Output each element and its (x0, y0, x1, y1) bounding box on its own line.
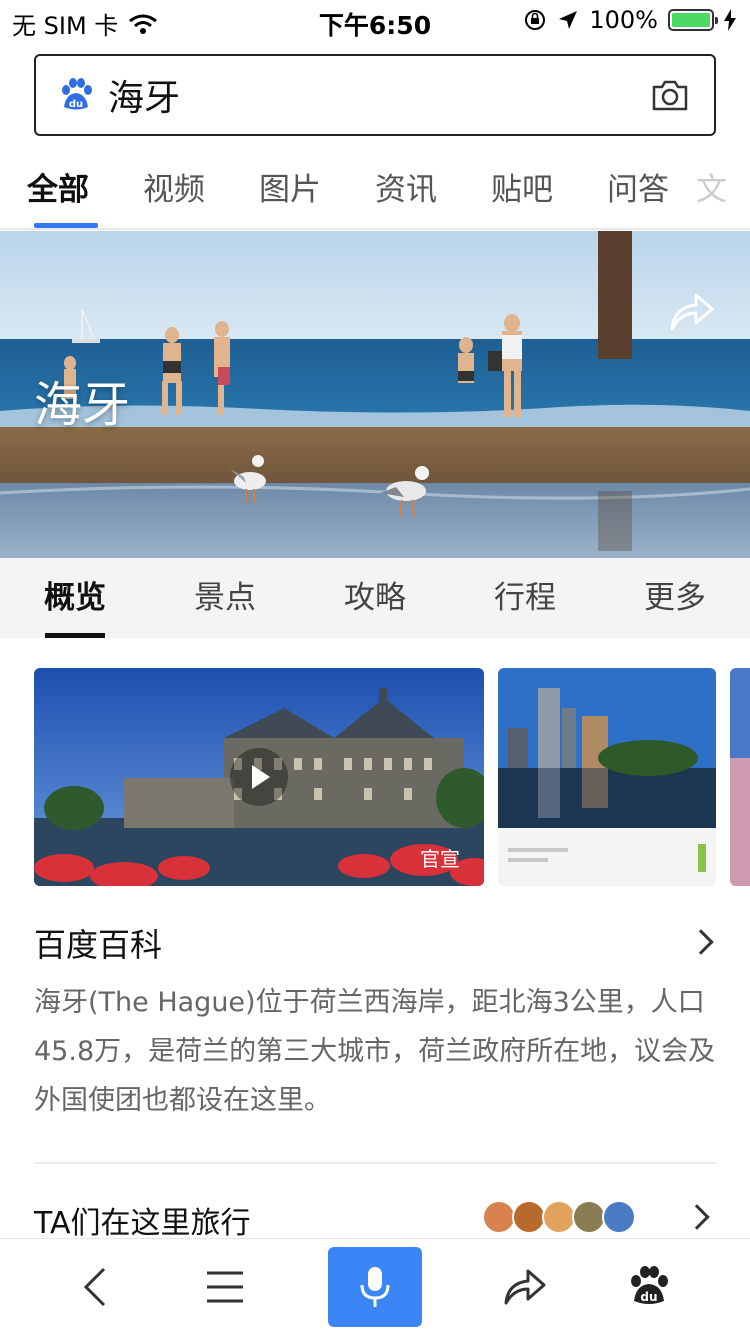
search-box[interactable]: du 海牙 (34, 54, 716, 136)
baidu-paw-icon: du (631, 1266, 668, 1304)
battery-fill (672, 13, 710, 27)
microphone-icon (360, 1267, 390, 1307)
menu-icon (207, 1271, 243, 1303)
hero-title: 海牙 (34, 377, 131, 433)
location-arrow-icon (559, 11, 578, 29)
gallery-image-skyline[interactable] (498, 668, 716, 886)
avatar (542, 1200, 576, 1234)
hero-banner[interactable]: 海牙 (0, 231, 750, 558)
subtab-guides[interactable]: 攻略 (300, 558, 450, 638)
tab-video[interactable]: 视频 (116, 150, 232, 228)
subtab-attractions[interactable]: 景点 (150, 558, 300, 638)
official-badge: 官宣 (420, 847, 460, 871)
tab-all[interactable]: 全部 (0, 150, 116, 228)
search-logo-text: du (69, 99, 83, 110)
bottom-logo-text: du (640, 1290, 657, 1304)
partial-image (730, 668, 750, 886)
baidu-home-button[interactable]: du (614, 1239, 684, 1334)
battery-percent: 100% (589, 6, 658, 34)
sub-tabs: 概览 景点 攻略 行程 更多 (0, 558, 750, 638)
gallery-image-partial[interactable] (730, 668, 750, 886)
tab-qa[interactable]: 问答 (580, 150, 696, 228)
share-arrow-icon (504, 1269, 546, 1305)
divider (34, 1162, 716, 1164)
play-icon[interactable] (230, 748, 288, 806)
tab-news[interactable]: 资讯 (348, 150, 464, 228)
avatar (482, 1200, 516, 1234)
subtab-more[interactable]: 更多 (600, 558, 750, 638)
subtab-itinerary[interactable]: 行程 (450, 558, 600, 638)
tab-images[interactable]: 图片 (232, 150, 348, 228)
baike-section-title[interactable]: 百度百科 (34, 920, 162, 966)
orientation-lock-icon (525, 10, 546, 30)
tab-tieba[interactable]: 贴吧 (464, 150, 580, 228)
back-button[interactable] (60, 1239, 130, 1334)
avatar (572, 1200, 606, 1234)
back-arrow-icon (83, 1267, 106, 1307)
media-gallery: 官宣 (34, 668, 750, 886)
charging-bolt-icon (724, 9, 736, 31)
menu-button[interactable] (190, 1239, 260, 1334)
camera-icon[interactable] (648, 73, 692, 117)
status-bar: 无 SIM 卡 下午6:50 100% (0, 0, 750, 42)
search-input[interactable]: 海牙 (108, 69, 648, 121)
traveler-avatars[interactable] (482, 1200, 636, 1234)
baidu-paw-logo-icon: du (62, 78, 92, 110)
chevron-right-icon[interactable] (688, 929, 714, 955)
baike-description: 海牙(The Hague)位于荷兰西海岸，距北海3公里，人口45.8万，是荷兰的… (34, 987, 716, 1116)
share-icon[interactable] (668, 289, 716, 333)
travelers-section-title[interactable]: TA们在这里旅行 (34, 1198, 251, 1242)
subtab-overview[interactable]: 概览 (0, 558, 150, 638)
chevron-right-icon[interactable] (684, 1204, 710, 1230)
skyline-image (498, 668, 716, 886)
category-tabs: 全部 视频 图片 资讯 贴吧 问答 文 (0, 150, 750, 230)
share-button[interactable] (490, 1239, 560, 1334)
battery-icon (668, 9, 718, 31)
gallery-video-thumbnail[interactable]: 官宣 (34, 668, 484, 886)
avatar (602, 1200, 636, 1234)
avatar (512, 1200, 546, 1234)
voice-search-button[interactable] (328, 1247, 422, 1327)
bottom-toolbar: du (0, 1238, 750, 1334)
tab-library[interactable]: 文 (696, 150, 736, 228)
